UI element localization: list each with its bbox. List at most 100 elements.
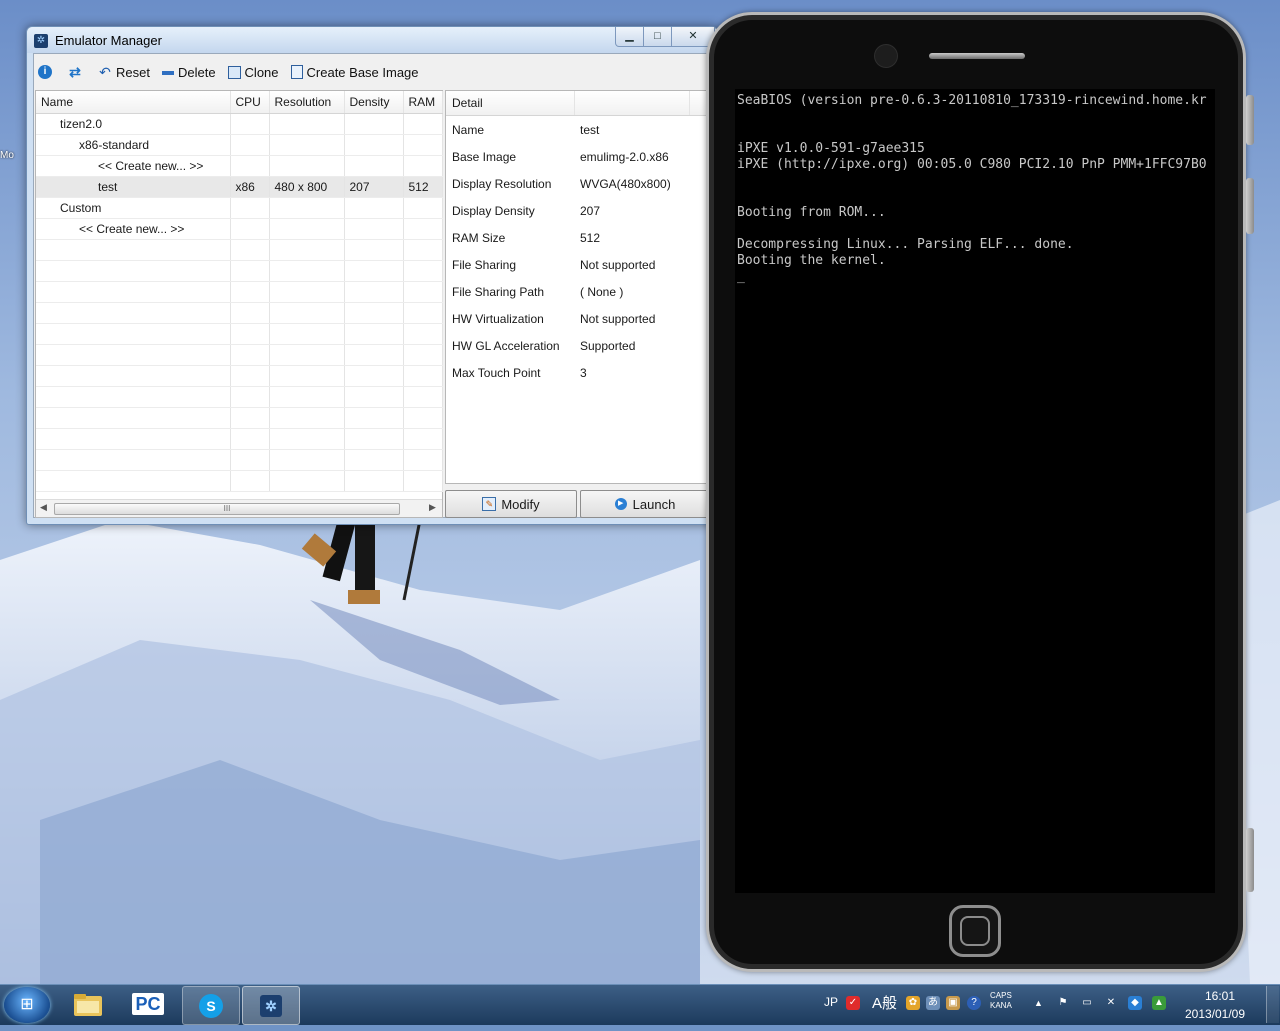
maximize-button[interactable]: □ xyxy=(643,27,672,47)
window-title: Emulator Manager xyxy=(55,33,162,48)
tree-cell-resolution xyxy=(269,155,345,177)
tray-volume-muted-icon[interactable]: ✕ xyxy=(1104,996,1118,1010)
reset-icon: ↶ xyxy=(99,64,111,80)
col-header-density[interactable]: Density xyxy=(344,91,404,114)
tree-cell-ram xyxy=(403,113,443,135)
console-line: iPXE v1.0.0-591-g7aee315 xyxy=(737,141,925,156)
caps-label: CAPS xyxy=(990,991,1012,1000)
tree-row-test[interactable]: test x86 480 x 800 207 512 xyxy=(36,176,443,198)
tray-caps-indicator: CAPS KANA xyxy=(990,991,1012,1011)
tray-drive-icon[interactable]: ▲ xyxy=(1152,996,1166,1010)
taskbar-explorer-button[interactable] xyxy=(60,986,116,1023)
launch-icon: ▶ xyxy=(614,498,627,510)
tray-dropbox-icon[interactable]: ◆ xyxy=(1128,996,1142,1010)
tree-row-x86-standard[interactable]: x86-standard xyxy=(36,134,443,156)
tray-flag-icon[interactable]: ⚑ xyxy=(1056,996,1070,1010)
tray-help-icon[interactable]: ? xyxy=(967,996,981,1010)
front-camera-icon xyxy=(875,45,897,67)
reset-button[interactable]: ↶ Reset xyxy=(98,65,150,80)
title-bar[interactable]: ✲ Emulator Manager ▁ □ ✕ xyxy=(27,27,717,53)
tree-cell-resolution xyxy=(269,113,345,135)
tree-cell-resolution xyxy=(269,197,345,219)
detail-header-row: Detail xyxy=(446,91,714,116)
tree-row-create-new-custom[interactable]: << Create new... >> xyxy=(36,218,443,240)
tree-cell-cpu xyxy=(230,197,270,219)
start-button[interactable]: ⊞ xyxy=(4,987,50,1023)
console-line: Booting from ROM... xyxy=(737,205,886,220)
taskbar-pc-button[interactable]: PC xyxy=(120,986,176,1023)
detail-row: Name test xyxy=(446,116,713,144)
delete-label: Delete xyxy=(177,64,216,80)
tree-row-empty xyxy=(36,344,443,366)
tree-cell-cpu xyxy=(230,155,270,177)
tree-row-empty xyxy=(36,281,443,303)
col-header-ram[interactable]: RAM xyxy=(403,91,443,114)
refresh-button[interactable]: ⇄ xyxy=(68,65,86,79)
tray-network-icon[interactable]: ▭ xyxy=(1080,996,1094,1010)
scroll-thumb[interactable]: III xyxy=(54,503,400,515)
horizontal-scrollbar[interactable]: ◀ III ▶ xyxy=(36,499,442,517)
tray-language[interactable]: JP xyxy=(824,995,838,1009)
col-header-resolution[interactable]: Resolution xyxy=(269,91,345,114)
detail-value: Supported xyxy=(580,338,636,353)
home-button[interactable] xyxy=(949,905,1001,957)
show-desktop-button[interactable] xyxy=(1266,986,1279,1023)
delete-button[interactable]: Delete xyxy=(161,64,216,80)
minimize-button[interactable]: ▁ xyxy=(615,27,644,47)
tree-cell-name: test xyxy=(36,176,231,198)
col-header-name[interactable]: Name xyxy=(36,91,231,114)
tray-ime-pad-icon[interactable]: ✿ xyxy=(906,996,920,1010)
tray-ime-tool-icon[interactable]: あ xyxy=(926,996,940,1010)
clone-button[interactable]: Clone xyxy=(227,65,279,80)
detail-value: WVGA(480x800) xyxy=(580,176,671,191)
console-line: Decompressing Linux... Parsing ELF... do… xyxy=(737,237,1074,252)
taskbar-emulator-button[interactable]: ✲ xyxy=(242,986,300,1025)
taskbar-skype-button[interactable]: S xyxy=(182,986,240,1025)
detail-value: Not supported xyxy=(580,311,656,326)
detail-value: 207 xyxy=(580,203,601,218)
tray-ime-icon[interactable]: ✓ xyxy=(846,996,860,1010)
tray-ime-mode[interactable]: A般 xyxy=(872,992,897,1013)
detail-label: HW GL Acceleration xyxy=(452,338,560,353)
tree-row-empty xyxy=(36,386,443,408)
detail-value: 512 xyxy=(580,230,601,245)
tray-briefcase-icon[interactable]: ▣ xyxy=(946,996,960,1010)
create-base-image-button[interactable]: Create Base Image xyxy=(290,64,419,80)
info-button[interactable]: i xyxy=(38,65,56,79)
detail-label: HW Virtualization xyxy=(452,311,544,326)
launch-label: Launch xyxy=(632,496,676,512)
scroll-left-icon[interactable]: ◀ xyxy=(40,502,47,513)
clock-date[interactable]: 2013/01/09 xyxy=(1180,1007,1250,1021)
tree-cell-density xyxy=(344,155,404,177)
tree-cell-ram xyxy=(403,134,443,156)
detail-label: Base Image xyxy=(452,149,517,164)
tree-row-empty xyxy=(36,302,443,324)
tree-row-custom[interactable]: Custom xyxy=(36,197,443,219)
emulator-phone-skin[interactable]: SeaBIOS (version pre-0.6.3-20110810_1733… xyxy=(706,12,1246,972)
speaker-grille xyxy=(929,53,1025,59)
kana-label: KANA xyxy=(990,1001,1012,1010)
tray-show-hidden-icon[interactable]: ▲ xyxy=(1034,998,1043,1008)
detail-row: Max Touch Point 3 xyxy=(446,359,713,386)
tree-row-tizen[interactable]: tizen2.0 xyxy=(36,113,443,135)
launch-button[interactable]: ▶ Launch xyxy=(580,490,710,518)
detail-value: test xyxy=(580,122,600,137)
tree-cell-ram: 512 xyxy=(403,176,443,198)
power-button[interactable] xyxy=(1246,828,1254,892)
volume-down-button[interactable] xyxy=(1246,178,1254,234)
col-header-cpu[interactable]: CPU xyxy=(230,91,270,114)
create-base-image-label: Create Base Image xyxy=(306,64,419,80)
modify-button[interactable]: ✎ Modify xyxy=(445,490,577,518)
tree-cell-resolution: 480 x 800 xyxy=(269,176,345,198)
clock-time[interactable]: 16:01 xyxy=(1192,989,1248,1003)
volume-up-button[interactable] xyxy=(1246,95,1254,145)
tree-row-create-new-standard[interactable]: << Create new... >> xyxy=(36,155,443,177)
scroll-right-icon[interactable]: ▶ xyxy=(429,502,436,513)
tree-header-row: Name CPU Resolution Density RAM xyxy=(36,91,443,114)
tree-row-empty xyxy=(36,470,443,492)
reset-label: Reset xyxy=(116,64,150,80)
detail-row: File Sharing Path ( None ) xyxy=(446,278,713,305)
emulator-screen[interactable]: SeaBIOS (version pre-0.6.3-20110810_1733… xyxy=(735,89,1215,893)
detail-label: File Sharing xyxy=(452,257,517,272)
detail-row: HW Virtualization Not supported xyxy=(446,305,713,332)
